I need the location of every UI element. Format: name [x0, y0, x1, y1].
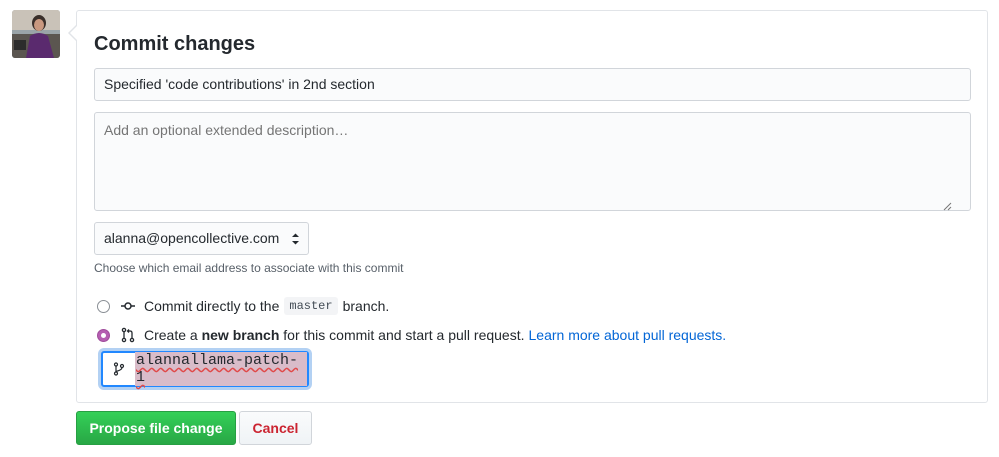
email-help-text: Choose which email address to associate …	[94, 261, 404, 275]
radio-new-branch[interactable]	[97, 328, 110, 342]
new-branch-name-value: alannallama-patch-1	[135, 352, 307, 386]
commit-form: Commit changes Specified 'code contribut…	[68, 10, 988, 403]
default-branch-name: master	[284, 297, 338, 315]
resize-grip-icon[interactable]	[943, 202, 952, 211]
commit-description-textarea[interactable]	[94, 112, 971, 211]
option-new-bold: new branch	[201, 327, 280, 343]
commit-form-title: Commit changes	[94, 33, 256, 55]
option-direct-suffix: branch.	[342, 298, 390, 314]
email-select[interactable]: alanna@opencollective.com	[94, 222, 309, 255]
commit-summary-input[interactable]: Specified 'code contributions' in 2nd se…	[94, 68, 971, 101]
avatar-image	[12, 10, 60, 58]
git-commit-icon	[121, 302, 135, 310]
option-commit-direct[interactable]: Commit directly to the master branch.	[97, 296, 389, 316]
radio-commit-direct[interactable]	[97, 299, 110, 313]
cancel-button[interactable]: Cancel	[239, 411, 312, 445]
email-select-value: alanna@opencollective.com	[104, 230, 280, 246]
option-new-suffix: for this commit and start a pull request…	[283, 327, 525, 343]
learn-more-pull-requests-link[interactable]: Learn more about pull requests.	[529, 327, 727, 343]
option-direct-prefix: Commit directly to the	[144, 298, 280, 314]
select-arrows-icon	[292, 233, 299, 245]
avatar[interactable]	[12, 10, 60, 58]
option-new-branch[interactable]: Create a new branch for this commit and …	[97, 325, 726, 345]
new-branch-name-input[interactable]: alannallama-patch-1	[101, 351, 309, 387]
option-new-prefix: Create a	[144, 327, 198, 343]
git-branch-icon	[113, 362, 125, 376]
propose-file-change-button[interactable]: Propose file change	[76, 411, 236, 445]
git-pull-request-icon	[121, 327, 135, 343]
